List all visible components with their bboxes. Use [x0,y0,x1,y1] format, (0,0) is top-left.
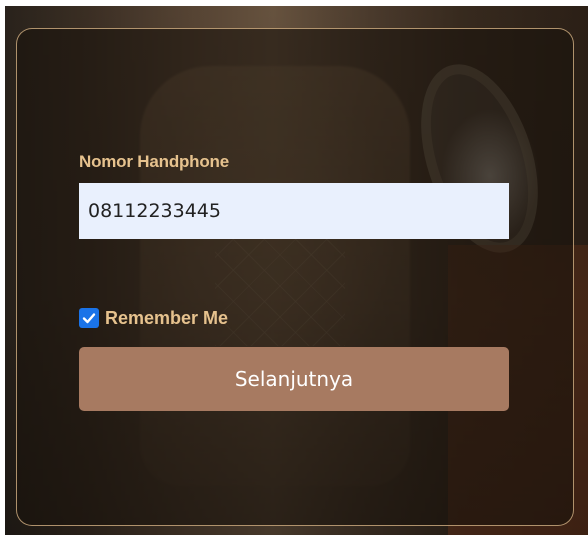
checkmark-icon [82,313,96,324]
background-image: Nomor Handphone Remember Me Selanjutnya [5,6,588,535]
remember-me-row[interactable]: Remember Me [79,307,228,329]
next-button[interactable]: Selanjutnya [79,347,509,411]
remember-me-label[interactable]: Remember Me [105,308,228,329]
phone-label: Nomor Handphone [79,152,229,171]
phone-input[interactable] [79,183,509,239]
login-card [16,28,574,526]
remember-me-checkbox[interactable] [79,308,99,328]
